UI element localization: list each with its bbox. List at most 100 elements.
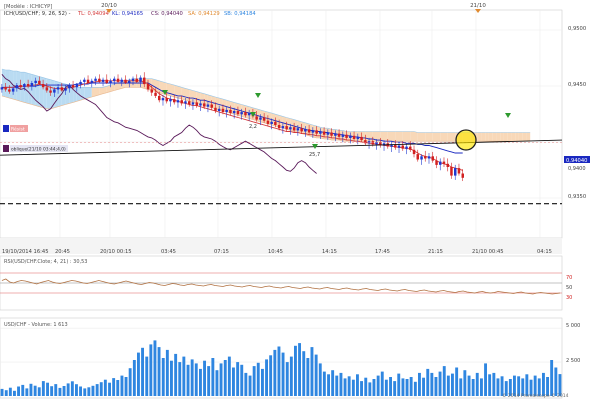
volume-bar-97 <box>401 378 405 396</box>
volume-bar-67 <box>277 346 281 396</box>
kumo-segment-128 <box>481 132 486 142</box>
volume-bar-135 <box>558 374 562 396</box>
candle-body-81 <box>304 129 307 132</box>
volume-bar-118 <box>488 374 492 396</box>
candle-body-109 <box>409 146 412 150</box>
volume-bar-22 <box>91 385 95 396</box>
candle-body-116 <box>435 160 438 165</box>
kumo-segment-110 <box>414 131 418 142</box>
kumo-segment-6 <box>24 72 29 104</box>
candle-body-50 <box>188 101 191 105</box>
volume-bar-38 <box>157 347 161 396</box>
kumo-segment-16 <box>61 83 66 106</box>
kumo-segment-7 <box>28 73 32 105</box>
kumo-segment-47 <box>178 86 182 100</box>
kumo-segment-120 <box>451 132 456 142</box>
candle-body-94 <box>352 135 356 139</box>
volume-bar-64 <box>265 359 268 396</box>
volume-bar-113 <box>467 375 471 396</box>
volume-bar-62 <box>256 362 260 397</box>
rsi-panel: RSI(USD/CHF.Clote; 4, 21) : 30,53 70 50 … <box>0 255 572 311</box>
time-tick-1: 20:45 <box>55 249 70 255</box>
volume-bar-42 <box>174 353 178 396</box>
candle-body-54 <box>203 103 206 107</box>
volume-bar-5 <box>21 384 25 396</box>
kumo-segment-25 <box>95 87 100 96</box>
candle-body-47 <box>176 100 180 103</box>
volume-bar-93 <box>384 379 388 396</box>
kumo-segment-49 <box>185 88 190 102</box>
volume-bar-23 <box>95 384 99 396</box>
volume-bar-85 <box>351 379 355 396</box>
volume-bar-108 <box>446 375 450 396</box>
rsi-label: RSI(USD/CHF.Clote; 4, 21) : 30,53 <box>4 259 87 265</box>
kumo-segment-0 <box>1 69 6 97</box>
volume-bar-87 <box>360 381 363 396</box>
candle-body-19 <box>71 85 75 88</box>
candle-body-34 <box>128 80 131 83</box>
volume-bar-74 <box>306 358 310 396</box>
volume-bar-24 <box>99 382 103 396</box>
kumo-segment-8 <box>31 74 36 106</box>
candle-body-14 <box>53 89 56 93</box>
candle-body-27 <box>101 79 105 82</box>
candle-body-5 <box>19 85 22 88</box>
kumo-segment-129 <box>485 132 489 142</box>
cs-value: CS: 0,94040 <box>151 11 183 17</box>
candle-body-115 <box>431 156 434 161</box>
chart-window: [Modèle : ICHICYP] ICH(USD/CHF; 9, 26, 5… <box>0 0 594 400</box>
candle-body-91 <box>341 134 345 137</box>
volume-bar-50 <box>207 366 211 396</box>
candle-body-21 <box>79 81 82 85</box>
candle-body-112 <box>420 156 423 160</box>
kumo-segment-114 <box>429 132 433 142</box>
candle-body-46 <box>173 99 176 103</box>
rsi-level-70: 70 <box>566 275 572 281</box>
volume-bar-78 <box>322 371 326 396</box>
candle-body-68 <box>255 116 258 120</box>
volume-bar-63 <box>261 368 264 396</box>
candle-body-52 <box>195 102 198 106</box>
volume-bar-58 <box>240 364 244 396</box>
volume-bar-47 <box>194 363 198 396</box>
kumo-segment-105 <box>395 131 399 142</box>
volume-bar-11 <box>46 382 49 396</box>
volume-bar-105 <box>434 377 438 396</box>
highlight-circle <box>455 129 477 151</box>
volume-bar-88 <box>364 377 368 396</box>
sa-value: SA: 0,94129 <box>188 11 220 17</box>
candle-body-78 <box>292 127 296 131</box>
volume-bar-39 <box>161 358 165 396</box>
volume-bar-95 <box>393 381 397 396</box>
volume-bar-57 <box>236 362 240 396</box>
candle-body-65 <box>244 112 247 116</box>
candle-body-75 <box>281 126 285 129</box>
volume-bar-111 <box>459 378 463 396</box>
kumo-segment-138 <box>518 132 523 142</box>
volume-bar-37 <box>153 340 157 396</box>
volume-level-2500: 2 500 <box>566 358 580 364</box>
volume-bar-30 <box>124 377 128 396</box>
time-tick-3: 03:45 <box>161 249 176 255</box>
volume-bar-83 <box>343 378 347 396</box>
volume-bar-44 <box>182 356 186 396</box>
candle-body-79 <box>296 128 300 131</box>
kumo-segment-97 <box>365 131 369 142</box>
candle-body-32 <box>120 79 123 82</box>
volume-bar-89 <box>368 382 372 396</box>
candle-body-72 <box>270 121 273 124</box>
candle-body-51 <box>191 102 195 105</box>
indicator-name: ICH(USD/CHF; 9, 26, 52) - <box>4 11 71 17</box>
kumo-segment-51 <box>193 90 197 104</box>
volume-bar-80 <box>331 370 335 396</box>
time-tick-9: 21/10 00:45 <box>472 249 504 255</box>
kumo-segment-104 <box>391 131 396 142</box>
kumo-segment-117 <box>440 132 444 142</box>
volume-bar-104 <box>430 372 434 396</box>
volume-bar-127 <box>525 374 529 396</box>
candle-body-62 <box>232 111 236 114</box>
volume-bar-59 <box>244 372 248 396</box>
volume-bar-54 <box>223 360 227 396</box>
volume-bar-49 <box>203 360 206 396</box>
price-tick-2: 0,9350 <box>568 194 586 200</box>
